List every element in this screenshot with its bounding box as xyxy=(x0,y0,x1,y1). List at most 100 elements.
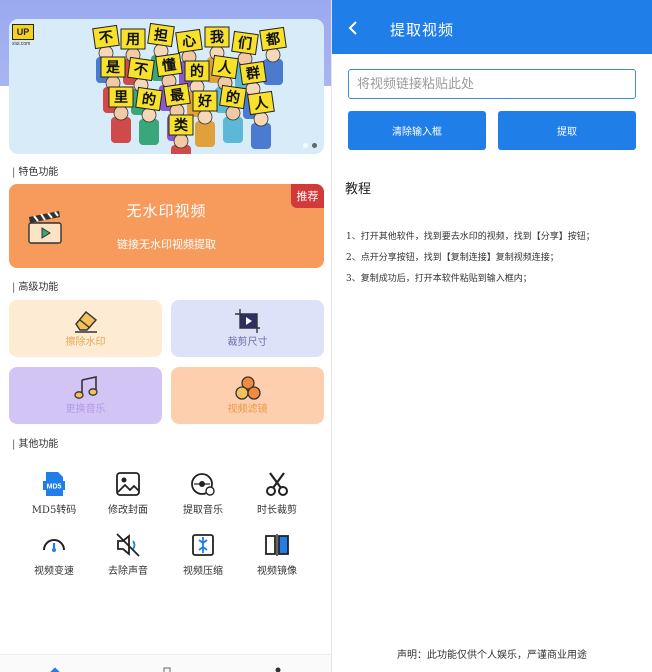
crowd-sign: 类 xyxy=(168,114,194,136)
tutorial-step: 2、点开分享按钮，找到【复制连接】复制视频连接； xyxy=(346,253,559,263)
recommend-badge: 推荐 xyxy=(291,184,324,208)
crowd-sign: 担 xyxy=(147,22,175,48)
section-advanced-label: 高级功能 xyxy=(12,278,58,293)
sign-word: 懂 xyxy=(161,56,177,75)
crowd-sign: 的 xyxy=(219,84,247,110)
disc-icon xyxy=(191,473,215,496)
crowd-sign: 用 xyxy=(120,28,146,50)
sign-word: 群 xyxy=(244,64,261,83)
sign-word: 里 xyxy=(114,90,128,106)
crowd-sign: 是 xyxy=(100,56,126,78)
sign-word: 的 xyxy=(190,63,204,80)
crowd-person xyxy=(223,117,243,143)
mute-icon xyxy=(116,533,140,557)
sign-word: 的 xyxy=(225,88,241,107)
tutorial-step: 1、打开其他软件，找到要去水印的视频，找到【分享】按钮； xyxy=(346,232,595,242)
chevron-left-icon[interactable] xyxy=(348,20,358,36)
crop-size-button[interactable]: 裁剪尺寸 xyxy=(171,300,324,357)
video-compress-label: 视频压缩 xyxy=(183,566,223,577)
duration-trim-button[interactable]: 时长裁剪 xyxy=(240,470,314,516)
mirror-icon xyxy=(265,534,289,556)
crowd-sign: 都 xyxy=(259,26,287,52)
crowd-sign: 好 xyxy=(192,90,218,112)
section-other-label: 其他功能 xyxy=(12,435,58,450)
extract-music-button[interactable]: 提取音乐 xyxy=(166,470,240,516)
video-filter-label: 视频滤镜 xyxy=(227,404,268,415)
banner-carousel[interactable]: 不用担心我们都是不懂的人群里的最好的人类 UP xiui.com xyxy=(9,19,324,154)
extract-video-screen: 提取视频 清除输入框 提取 教程 1、打开其他软件，找到要去水印的视频，找到【分… xyxy=(332,0,652,672)
section-featured-label: 特色功能 xyxy=(12,163,58,178)
profile-tab-icon[interactable] xyxy=(273,665,283,672)
sign-word: 用 xyxy=(126,32,140,48)
crowd-person xyxy=(139,119,159,145)
crop-icon xyxy=(234,309,260,333)
home-tab-icon[interactable] xyxy=(50,665,60,672)
remove-sound-button[interactable]: 去除声音 xyxy=(91,531,165,577)
clear-input-button[interactable]: 清除输入框 xyxy=(348,111,486,150)
video-filter-button[interactable]: 视频滤镜 xyxy=(171,367,324,424)
crowd-sign: 心 xyxy=(175,28,203,54)
sign-word: 好 xyxy=(197,93,212,110)
crowd-head xyxy=(173,133,189,149)
compress-icon xyxy=(192,534,214,556)
crowd-sign: 不 xyxy=(92,24,120,50)
carousel-dot-active[interactable] xyxy=(312,143,317,148)
music-note-icon xyxy=(73,376,98,399)
speedometer-icon xyxy=(43,539,65,552)
crowd-head xyxy=(113,105,129,121)
crowd-sign: 不 xyxy=(127,56,155,82)
filter-circles-icon xyxy=(234,376,261,400)
crowd-sign: 的 xyxy=(184,60,210,82)
extract-button[interactable]: 提取 xyxy=(498,111,636,150)
sign-word: 不 xyxy=(133,61,149,79)
duration-trim-label: 时长裁剪 xyxy=(257,505,297,516)
sign-word: 是 xyxy=(106,60,121,76)
remove-sound-label: 去除声音 xyxy=(108,566,148,577)
video-link-input[interactable] xyxy=(348,69,636,99)
home-screen: 不用担心我们都是不懂的人群里的最好的人类 UP xiui.com 特色功能 无水… xyxy=(0,0,332,672)
video-mirror-button[interactable]: 视频镜像 xyxy=(240,531,314,577)
extract-music-label: 提取音乐 xyxy=(183,505,223,516)
change-cover-label: 修改封面 xyxy=(108,505,148,516)
sign-word: 担 xyxy=(153,26,169,45)
no-watermark-video-card[interactable]: 无水印视频 链接无水印视频提取 推荐 xyxy=(9,184,324,268)
crowd-person xyxy=(111,117,131,143)
bottom-nav xyxy=(0,654,332,672)
sign-word: 我 xyxy=(210,30,224,46)
erase-watermark-label: 擦除水印 xyxy=(65,337,106,348)
crowd-sign: 里 xyxy=(108,86,134,108)
page-title: 提取视频 xyxy=(390,21,455,39)
md5-transcode-button[interactable]: MD5 MD5转码 xyxy=(17,470,91,516)
svg-text:MD5: MD5 xyxy=(47,484,62,491)
sign-word: 不 xyxy=(98,29,114,47)
tutorial-step: 3、复制成功后，打开本软件粘贴到输入框内； xyxy=(346,274,532,284)
video-mirror-label: 视频镜像 xyxy=(257,566,297,577)
carousel-dot[interactable] xyxy=(303,143,308,148)
card-subtitle: 链接无水印视频提取 xyxy=(117,238,216,251)
crowd-person xyxy=(195,121,215,147)
crop-size-label: 裁剪尺寸 xyxy=(227,337,268,348)
crowd-head xyxy=(197,109,213,125)
replace-music-label: 更换音乐 xyxy=(65,404,106,415)
carousel-indicator xyxy=(303,143,317,148)
change-cover-button[interactable]: 修改封面 xyxy=(91,470,165,516)
brand-logo: UP xyxy=(12,24,34,40)
banner-illustration: 不用担心我们都是不懂的人群里的最好的人类 xyxy=(92,22,287,154)
app-header: 提取视频 xyxy=(332,0,652,54)
crowd-sign: 们 xyxy=(231,30,259,56)
crowd-sign: 人 xyxy=(211,54,239,80)
video-speed-label: 视频变速 xyxy=(34,566,74,577)
tutorial-title: 教程 xyxy=(345,182,372,197)
image-icon xyxy=(116,472,140,496)
sign-word: 们 xyxy=(237,34,253,53)
crowd-sign: 懂 xyxy=(155,52,183,78)
video-compress-button[interactable]: 视频压缩 xyxy=(166,531,240,577)
disclaimer-text: 声明：此功能仅供个人娱乐，严谨商业用途 xyxy=(397,650,587,661)
brand-logo-sub: xiui.com xyxy=(12,41,31,47)
erase-watermark-button[interactable]: 擦除水印 xyxy=(9,300,162,357)
tools-tab-icon[interactable] xyxy=(162,665,172,672)
eraser-icon xyxy=(74,311,97,333)
md5-file-icon: MD5 xyxy=(43,472,65,496)
video-speed-button[interactable]: 视频变速 xyxy=(17,531,91,577)
replace-music-button[interactable]: 更换音乐 xyxy=(9,367,162,424)
